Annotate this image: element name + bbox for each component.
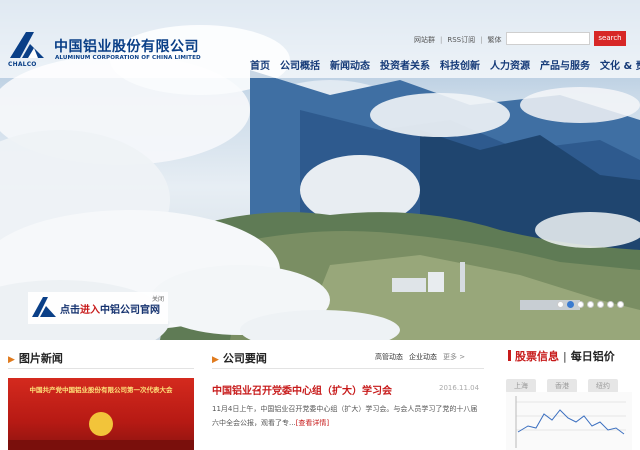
- utility-links: 网站群 | RSS订阅 | 繁体: [414, 35, 501, 45]
- nav-item-overview[interactable]: 公司概括: [280, 57, 320, 72]
- search-input[interactable]: [506, 32, 590, 45]
- slide-dot[interactable]: [617, 301, 624, 308]
- photo-news-title: ▶ 图片新闻: [8, 350, 63, 366]
- company-logo[interactable]: 中国铝业股份有限公司 ALUMINUM CORPORATION OF CHINA…: [8, 30, 201, 70]
- view-detail-link[interactable]: [查看详情]: [296, 419, 329, 427]
- tab-executives[interactable]: 高管动态: [375, 352, 403, 362]
- tab-enterprise[interactable]: 企业动态: [409, 352, 437, 362]
- nav-item-investors[interactable]: 投资者关系: [380, 57, 430, 72]
- chalco-logo-icon: [32, 297, 56, 317]
- company-news-title-text: 公司要闻: [222, 352, 267, 365]
- promo-close-button[interactable]: 关闭: [152, 294, 164, 303]
- nav-item-products[interactable]: 产品与服务: [540, 57, 590, 72]
- utility-divider: |: [440, 36, 443, 44]
- stock-title-text[interactable]: 股票信息: [515, 350, 559, 363]
- stock-price-chart: [506, 392, 632, 450]
- photo-news-title-text: 图片新闻: [18, 352, 63, 365]
- logo-abbreviation: CHALCO: [8, 61, 37, 68]
- news-date: 2016.11.04: [439, 384, 480, 392]
- chinalco-promo-box[interactable]: 点击进入中铝公司官网 关闭: [28, 292, 168, 324]
- promo-text-suffix: 中铝公司官网: [100, 305, 160, 316]
- news-headline[interactable]: 中国铝业召开党委中心组（扩大）学习会: [212, 382, 392, 397]
- tab-hongkong[interactable]: 香港: [547, 379, 577, 393]
- news-summary: 11月4日上午，中国铝业召开党委中心组（扩大）学习会。与会人员学习了党的十八届六…: [212, 402, 484, 430]
- title-divider: |: [563, 350, 567, 363]
- section-arrow-icon: ▶: [212, 355, 219, 365]
- section-arrow-icon: ▶: [8, 355, 15, 365]
- promo-text-prefix: 点击: [60, 305, 80, 316]
- company-news-tabs: 高管动态 企业动态 更多 >: [375, 352, 471, 362]
- nav-item-home[interactable]: 首页: [250, 57, 270, 72]
- slide-dot[interactable]: [567, 301, 574, 308]
- section-divider: [212, 368, 484, 369]
- promo-text-highlight: 进入: [80, 305, 100, 316]
- slide-dot[interactable]: [597, 301, 604, 308]
- search-button[interactable]: search: [594, 31, 626, 46]
- main-nav: 首页公司概括新闻动态投资者关系科技创新人力资源产品与服务文化 & 责任: [250, 54, 640, 72]
- news-summary-text: 11月4日上午，中国铝业召开党委中心组（扩大）学习会。与会人员学习了党的十八届六…: [212, 405, 478, 427]
- tab-shanghai[interactable]: 上海: [506, 379, 536, 393]
- hero-banner: 中国铝业股份有限公司 ALUMINUM CORPORATION OF CHINA…: [0, 0, 640, 340]
- more-link[interactable]: 更多 >: [443, 352, 465, 362]
- utility-link-traditional[interactable]: 繁体: [487, 35, 501, 45]
- tab-newyork[interactable]: 纽约: [588, 379, 618, 393]
- promo-text: 点击进入中铝公司官网: [60, 301, 160, 316]
- stock-section-title: 股票信息 | 每日铝价: [508, 348, 615, 364]
- slide-dot[interactable]: [557, 301, 564, 308]
- company-name-cn: 中国铝业股份有限公司: [54, 39, 199, 55]
- utility-link-rss[interactable]: RSS订阅: [447, 35, 475, 45]
- title-bar-icon: [508, 350, 511, 361]
- slide-dot[interactable]: [577, 301, 584, 308]
- photo-news-image[interactable]: 中国共产党中国铝业股份有限公司第一次代表大会: [8, 378, 194, 450]
- slide-pagination: [557, 293, 627, 312]
- party-emblem-icon: [8, 412, 194, 450]
- utility-link-sites[interactable]: 网站群: [414, 35, 435, 45]
- nav-item-news[interactable]: 新闻动态: [330, 57, 370, 72]
- section-divider: [8, 368, 194, 369]
- slide-dot[interactable]: [607, 301, 614, 308]
- chalco-logo-icon: [10, 32, 44, 58]
- company-name-en: ALUMINUM CORPORATION OF CHINA LIMITED: [55, 55, 201, 61]
- utility-divider: |: [480, 36, 483, 44]
- content-area: ▶ 图片新闻 中国共产党中国铝业股份有限公司第一次代表大会 ▶ 公司要闻 高管动态企…: [0, 340, 640, 450]
- slide-dot[interactable]: [587, 301, 594, 308]
- company-news-title: ▶ 公司要闻: [212, 350, 267, 366]
- stock-market-tabs: 上海 香港 纽约: [506, 373, 629, 393]
- nav-item-hr[interactable]: 人力资源: [490, 57, 530, 72]
- aluminum-price-title[interactable]: 每日铝价: [571, 350, 615, 363]
- nav-item-technology[interactable]: 科技创新: [440, 57, 480, 72]
- nav-item-culture[interactable]: 文化 & 责任: [600, 57, 640, 72]
